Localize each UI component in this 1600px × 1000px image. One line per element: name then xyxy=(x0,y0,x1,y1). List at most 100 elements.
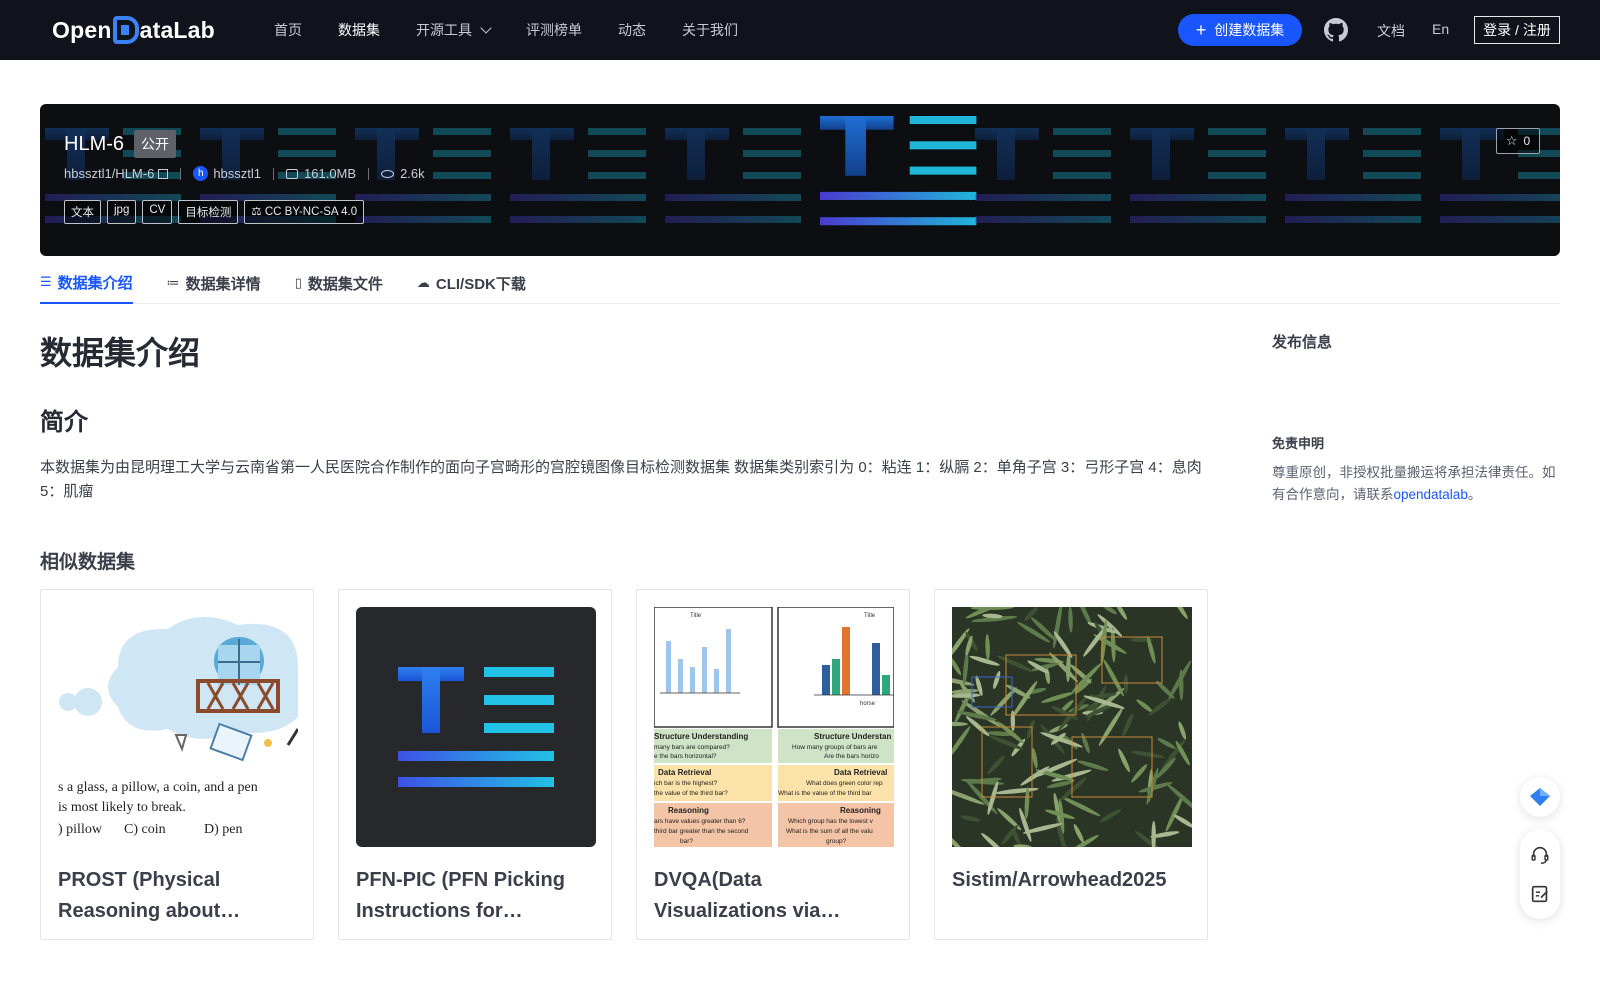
dvqa-thumbnail-art: Title Title horse Structure Understandin… xyxy=(654,607,894,847)
dataset-card[interactable]: PFN-PIC (PFN Picking Instructions for… xyxy=(338,589,612,940)
nav-news[interactable]: 动态 xyxy=(618,20,646,40)
logo-mark-icon xyxy=(112,16,139,44)
language-switch[interactable]: En xyxy=(1432,21,1449,37)
login-register-button[interactable]: 登录 / 注册 xyxy=(1474,16,1560,44)
dataset-title-row: HLM-6 公开 xyxy=(64,130,177,158)
dvqa-right-retrieval-q2: What is the value of the third bar xyxy=(778,790,872,797)
tab-introduction[interactable]: ☰ 数据集介绍 xyxy=(40,262,133,304)
publish-info-heading: 发布信息 xyxy=(1272,334,1333,351)
main-nav: 首页 数据集 开源工具 评测榜单 动态 关于我们 xyxy=(274,0,774,60)
similar-datasets-list: s a glass, a pillow, a coin, and a pen i… xyxy=(40,589,1232,940)
dvqa-left-section-retrieval: Data Retrieval xyxy=(658,768,711,777)
page-title: 数据集介绍 xyxy=(40,335,201,371)
dvqa-left-chart-title: Title xyxy=(690,613,702,619)
intro-heading: 简介 xyxy=(40,409,88,436)
dvqa-right-section-retrieval: Data Retrieval xyxy=(834,768,887,777)
dataset-card-title: PFN-PIC (PFN Picking Instructions for… xyxy=(356,869,565,922)
tab-files-label: 数据集文件 xyxy=(307,275,383,293)
create-dataset-button[interactable]: + 创建数据集 xyxy=(1178,14,1302,46)
tag-cv[interactable]: CV xyxy=(142,200,173,224)
dvqa-left-structure-q2: e the bars horizontal? xyxy=(654,753,717,760)
author-name[interactable]: hbssztl1 xyxy=(213,166,261,181)
view-count: 2.6k xyxy=(400,166,425,181)
banner-logo-tile xyxy=(975,128,1111,223)
dvqa-right-reasoning-q3: group? xyxy=(826,838,847,845)
dataset-card-title: DVQA(Data Visualizations via… xyxy=(654,869,841,922)
dvqa-right-section-reasoning: Reasoning xyxy=(840,806,881,815)
default-dataset-logo xyxy=(356,607,596,847)
banner-logo-tile xyxy=(1285,128,1421,223)
dataset-thumbnail xyxy=(356,607,596,847)
assistant-button[interactable] xyxy=(1520,777,1560,817)
dvqa-right-section-structure: Structure Understan xyxy=(814,732,891,741)
tab-cli-sdk[interactable]: ☁ CLI/SDK下载 xyxy=(417,262,526,304)
nav-home[interactable]: 首页 xyxy=(274,20,302,40)
avatar[interactable]: h xyxy=(193,166,209,181)
nav-about[interactable]: 关于我们 xyxy=(682,20,738,40)
dataset-name: HLM-6 xyxy=(64,132,125,155)
dvqa-left-reasoning-q3: bar? xyxy=(680,838,693,845)
banner-logo-tile xyxy=(510,128,646,223)
tag-object-detection[interactable]: 目标检测 xyxy=(178,200,239,224)
banner-logo-tile xyxy=(820,116,977,226)
top-navbar: Open ataLab 首页 数据集 开源工具 评测榜单 动态 关于我们 + 创… xyxy=(0,0,1600,60)
logo-text-prefix: Open xyxy=(52,16,112,43)
license-tag[interactable]: ⚖ CC BY-NC-SA 4.0 xyxy=(244,200,365,224)
dataset-card[interactable]: Title Title horse Structure Understandin… xyxy=(636,589,910,940)
logo-text-suffix: ataLab xyxy=(139,16,215,43)
dvqa-left-section-structure: Structure Understanding xyxy=(654,732,748,741)
dataset-repo-path: hbssztl1/HLM-6 xyxy=(64,166,155,181)
floating-toolbar xyxy=(1520,829,1560,919)
dvqa-right-chart-title: Title xyxy=(864,613,876,619)
star-icon: ☆ xyxy=(1505,133,1518,148)
star-count: 0 xyxy=(1523,134,1531,148)
dataset-size: 161.0MB xyxy=(304,166,357,181)
prost-line1: s a glass, a pillow, a coin, and a pen xyxy=(58,780,258,795)
tab-details[interactable]: ≔ 数据集详情 xyxy=(167,262,261,304)
nav-leaderboard[interactable]: 评测榜单 xyxy=(526,20,582,40)
tab-files[interactable]: ▯ 数据集文件 xyxy=(295,262,383,304)
opendatalab-logo[interactable]: Open ataLab xyxy=(52,14,215,46)
disclaimer-heading: 免责申明 xyxy=(1272,436,1325,451)
star-button[interactable]: ☆ 0 xyxy=(1496,128,1540,154)
dvqa-right-structure-q1: How many groups of bars are xyxy=(792,744,878,751)
edit-icon[interactable] xyxy=(1529,883,1551,905)
dvqa-left-section-reasoning: Reasoning xyxy=(668,806,709,815)
dvqa-right-reasoning-q1: Which group has the lowest v xyxy=(788,818,874,825)
dvqa-right-structure-q2: Are the bars horizo xyxy=(824,753,879,760)
dvqa-left-structure-q1: many bars are compared? xyxy=(654,744,730,751)
nav-datasets[interactable]: 数据集 xyxy=(338,20,380,40)
database-icon: ☰ xyxy=(40,274,52,289)
dvqa-left-retrieval-q2: the value of the third bar? xyxy=(654,790,728,797)
tag-jpg[interactable]: jpg xyxy=(107,200,137,224)
github-icon[interactable] xyxy=(1324,18,1348,42)
prost-opt3: D) pen xyxy=(204,822,243,837)
tab-details-label: 数据集详情 xyxy=(185,275,261,293)
dvqa-left-reasoning-q1: ars have values greater than 6? xyxy=(654,818,746,825)
prost-opt2: C) coin xyxy=(124,822,166,837)
dataset-tabs: ☰ 数据集介绍 ≔ 数据集详情 ▯ 数据集文件 ☁ CLI/SDK下载 xyxy=(40,262,1560,304)
nav-open-tools-label: 开源工具 xyxy=(416,22,472,38)
divider xyxy=(368,167,370,180)
dataset-card[interactable]: Sistim/Arrowhead2025 xyxy=(934,589,1208,940)
dataset-card[interactable]: s a glass, a pillow, a coin, and a pen i… xyxy=(40,589,314,940)
dvqa-left-reasoning-q2: third bar greater than the second xyxy=(654,828,749,835)
dataset-meta-row: hbssztl1/HLM-6 h hbssztl1 161.0MB 2.6k xyxy=(64,166,425,181)
eye-icon xyxy=(381,169,395,178)
visibility-badge: 公开 xyxy=(134,130,177,158)
dataset-thumbnail: s a glass, a pillow, a coin, and a pen i… xyxy=(58,607,298,847)
copy-icon[interactable] xyxy=(158,168,169,179)
license-label: CC BY-NC-SA 4.0 xyxy=(264,206,358,218)
chevron-down-icon xyxy=(480,22,492,34)
dataset-description: 本数据集为由昆明理工大学与云南省第一人民医院合作制作的面向子宫畸形的宫腔镜图像目… xyxy=(40,459,1202,500)
tag-text[interactable]: 文本 xyxy=(64,200,101,224)
nav-docs[interactable]: 文档 xyxy=(1377,21,1405,41)
diamond-logo-icon xyxy=(1530,788,1550,806)
disclaimer-text: 尊重原创，非授权批量搬运将承担法律责任。如有合作意向，请联系opendatala… xyxy=(1272,462,1562,506)
headset-icon[interactable] xyxy=(1529,844,1551,866)
contact-link[interactable]: opendatalab xyxy=(1394,487,1468,502)
dataset-thumbnail: Title Title horse Structure Understandin… xyxy=(654,607,894,847)
nav-open-tools[interactable]: 开源工具 xyxy=(416,20,492,40)
create-dataset-label: 创建数据集 xyxy=(1214,22,1285,38)
tag-list: 文本 jpg CV 目标检测 ⚖ CC BY-NC-SA 4.0 xyxy=(64,200,370,224)
